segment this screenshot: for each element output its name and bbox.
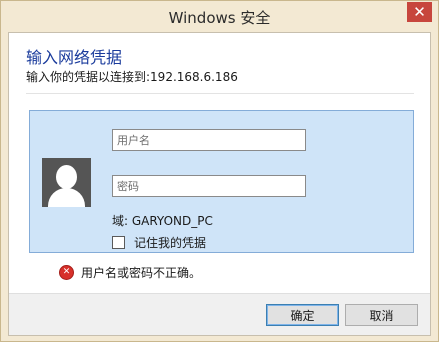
- close-icon: ✕: [413, 3, 426, 21]
- dialog-subheading: 输入你的凭据以连接到:192.168.6.186: [26, 70, 238, 84]
- avatar-head: [56, 165, 77, 189]
- remember-label[interactable]: 记住我的凭据: [134, 234, 206, 251]
- dialog-heading: 输入网络凭据: [26, 48, 123, 67]
- remember-checkbox[interactable]: [112, 235, 125, 249]
- divider: [26, 93, 414, 94]
- error-message-row: ✕ 用户名或密码不正确。: [59, 264, 201, 280]
- remember-credentials[interactable]: 记住我的凭据: [112, 234, 206, 250]
- ok-button[interactable]: 确定: [266, 304, 339, 326]
- close-button[interactable]: ✕: [407, 2, 432, 22]
- error-x-icon: ✕: [59, 264, 74, 280]
- button-bar: 确定 取消: [9, 293, 430, 335]
- title-bar[interactable]: Windows 安全 ✕: [1, 1, 438, 32]
- user-avatar-icon: [42, 158, 91, 207]
- avatar-body: [48, 188, 85, 207]
- username-input[interactable]: [112, 129, 306, 151]
- windows-security-dialog: Windows 安全 ✕ 输入网络凭据 输入你的凭据以连接到:192.168.6…: [0, 0, 439, 342]
- domain-label: 域: GARYOND_PC: [112, 214, 213, 228]
- password-input[interactable]: [112, 175, 306, 197]
- error-message: 用户名或密码不正确。: [81, 265, 202, 280]
- cancel-button[interactable]: 取消: [345, 304, 418, 326]
- window-title: Windows 安全: [168, 9, 271, 27]
- credential-tile: 域: GARYOND_PC 记住我的凭据: [29, 110, 414, 253]
- dialog-body: 输入网络凭据 输入你的凭据以连接到:192.168.6.186 域: GARYO…: [8, 32, 431, 336]
